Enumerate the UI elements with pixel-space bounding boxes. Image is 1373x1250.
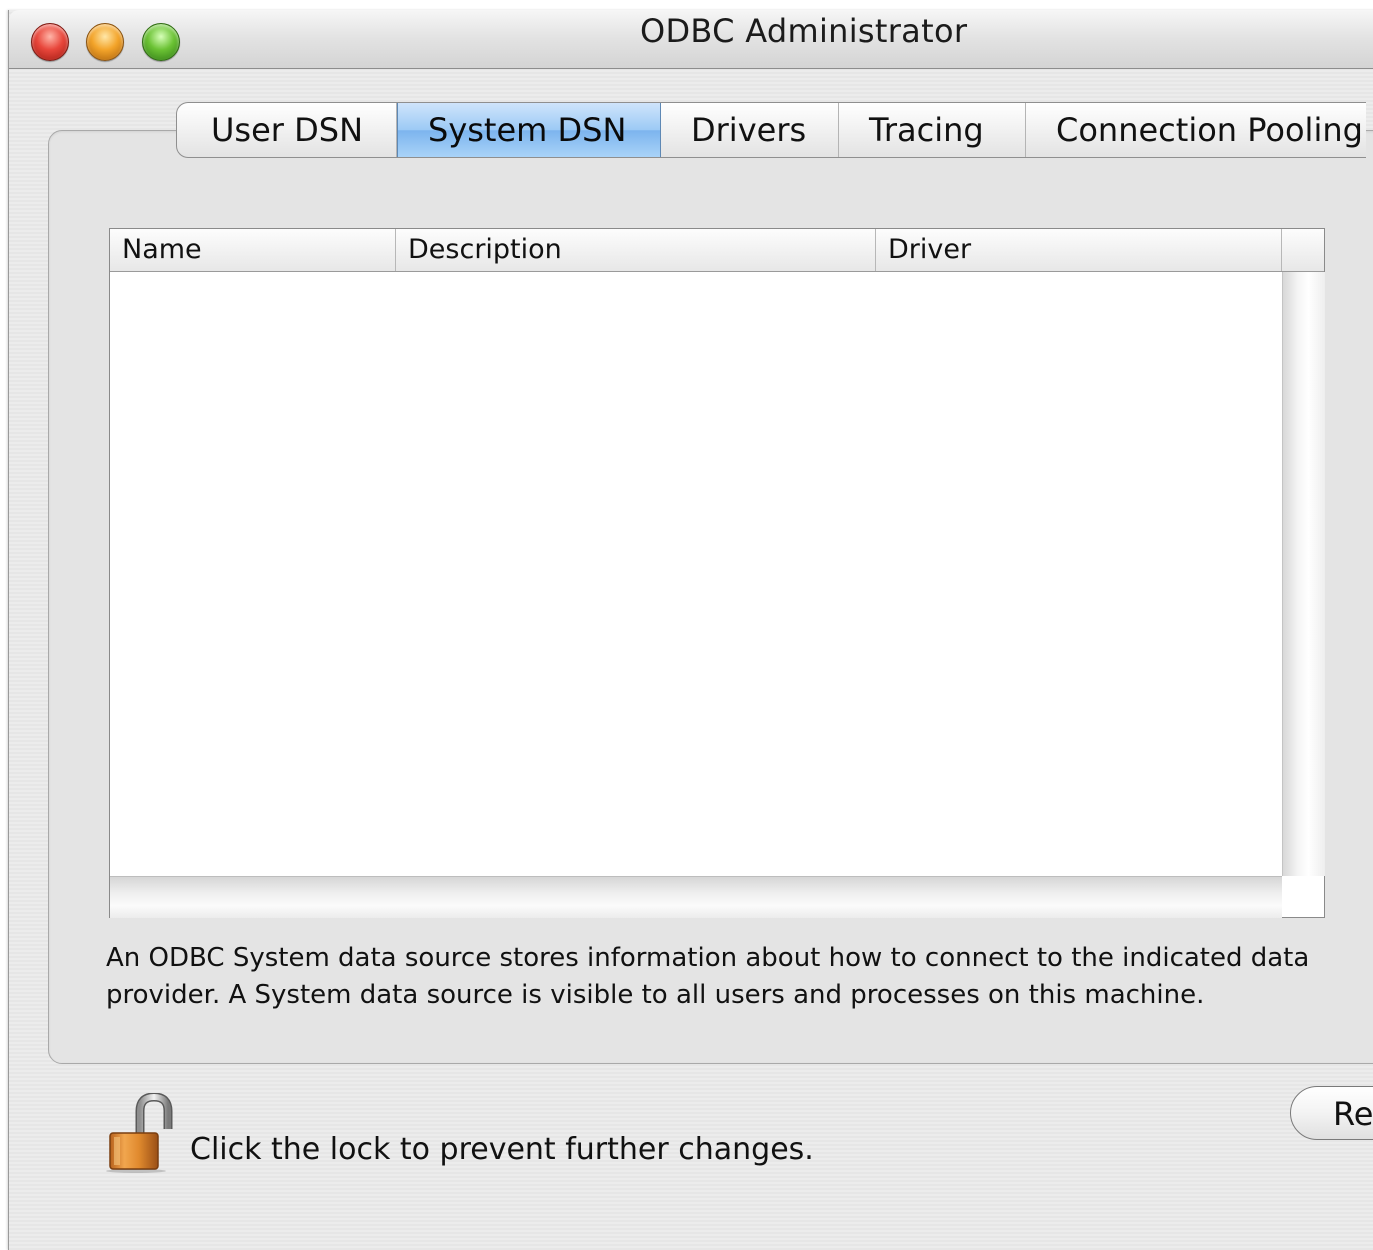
window-title: ODBC Administrator xyxy=(640,12,968,50)
scrollbar-corner xyxy=(1282,876,1324,917)
table-header-corner xyxy=(1282,229,1324,271)
column-header-description[interactable]: Description xyxy=(396,229,876,271)
dsn-table: Name Description Driver xyxy=(109,228,1325,918)
minimize-window-button[interactable] xyxy=(86,23,124,61)
tab-bar: User DSN System DSN Drivers Tracing Conn… xyxy=(176,102,1366,158)
tab-system-dsn[interactable]: System DSN xyxy=(397,103,661,157)
tab-tracing[interactable]: Tracing xyxy=(839,103,1026,157)
system-dsn-description: An ODBC System data source stores inform… xyxy=(106,940,1373,1014)
close-window-button[interactable] xyxy=(31,23,69,61)
tab-drivers[interactable]: Drivers xyxy=(661,103,839,157)
description-line-2: provider. A System data source is visibl… xyxy=(106,980,1205,1010)
tab-connection-pooling[interactable]: Connection Pooling xyxy=(1026,103,1366,157)
description-line-1: An ODBC System data source stores inform… xyxy=(106,943,1310,973)
table-header: Name Description Driver xyxy=(110,229,1324,272)
lock-open-icon[interactable] xyxy=(100,1092,180,1173)
zoom-window-button[interactable] xyxy=(142,23,180,61)
column-header-driver[interactable]: Driver xyxy=(876,229,1282,271)
table-body[interactable] xyxy=(110,272,1282,876)
vertical-scrollbar[interactable] xyxy=(1282,272,1325,876)
tab-user-dsn[interactable]: User DSN xyxy=(177,103,397,157)
horizontal-scrollbar[interactable] xyxy=(110,876,1282,918)
revert-button[interactable]: Revert xyxy=(1290,1086,1373,1140)
column-header-name[interactable]: Name xyxy=(110,229,396,271)
lock-status-text: Click the lock to prevent further change… xyxy=(190,1132,814,1167)
